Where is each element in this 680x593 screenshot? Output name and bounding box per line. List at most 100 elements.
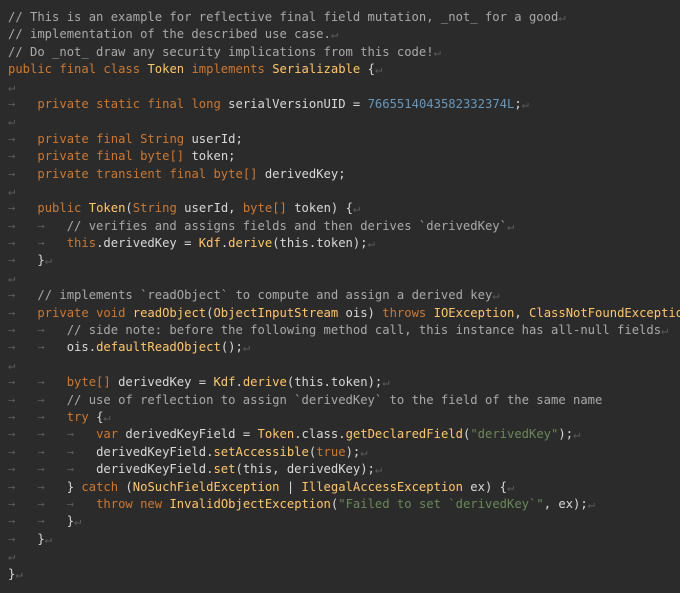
code-line[interactable]: → private final byte[] token;	[8, 148, 680, 165]
code-line[interactable]: // This is an example for reflective fin…	[8, 9, 680, 26]
line-end-marker: ↵	[360, 444, 368, 459]
code-line[interactable]: ↵	[8, 79, 680, 96]
tab-whitespace-marker: → →	[8, 409, 67, 424]
code-comment: // This is an example for reflective fin…	[8, 10, 559, 24]
tab-whitespace-marker: → →	[8, 479, 67, 494]
code-comment: // use of reflection to assign `derivedK…	[66, 392, 603, 407]
code-keyword: long	[191, 96, 229, 111]
code-editor[interactable]: // This is an example for reflective fin…	[0, 0, 680, 593]
line-end-marker: ↵	[367, 236, 375, 251]
code-keyword: private	[37, 131, 97, 146]
code-line[interactable]: }↵	[8, 566, 680, 583]
code-line[interactable]: → → }↵	[8, 513, 680, 530]
code-line[interactable]: → → try {↵	[8, 409, 680, 426]
code-text: }	[37, 531, 45, 546]
code-type: Token	[257, 427, 295, 442]
code-keyword: true	[316, 444, 346, 459]
line-end-marker: ↵	[8, 357, 16, 372]
line-end-marker: ↵	[352, 201, 361, 216]
code-function: getDeclaredField	[345, 427, 463, 442]
code-line[interactable]: → → // side note: before the following m…	[8, 322, 680, 339]
code-keyword: transient	[96, 166, 170, 181]
code-line[interactable]: → → } catch (NoSuchFieldException | Ille…	[8, 479, 680, 496]
code-keyword: byte[]	[66, 375, 119, 390]
line-end-marker: ↵	[558, 10, 566, 24]
code-function: defaultReadObject	[96, 340, 221, 355]
code-keyword: final	[96, 149, 141, 164]
code-line[interactable]: → → → derivedKeyField.set(this, derivedK…	[8, 461, 680, 478]
code-keyword: private	[37, 305, 97, 320]
code-keyword: private	[37, 166, 97, 181]
tab-whitespace-marker: →	[8, 305, 38, 320]
code-text: );	[345, 444, 361, 459]
code-line[interactable]: → private transient final byte[] derived…	[8, 166, 680, 183]
line-end-marker: ↵	[382, 375, 390, 390]
tab-whitespace-marker: → →	[8, 514, 67, 529]
code-type: IOException	[433, 305, 515, 320]
code-line[interactable]: → }↵	[8, 252, 680, 269]
code-text: ,	[514, 305, 530, 320]
code-keyword: byte[]	[140, 149, 192, 164]
code-type: Kdf	[213, 375, 236, 390]
code-text: token;	[191, 149, 236, 164]
code-text: );	[558, 427, 574, 442]
code-string: "Failed to set `derivedKey`"	[338, 496, 544, 511]
code-keyword: throws	[382, 305, 434, 320]
code-line[interactable]: → private static final long serialVersio…	[8, 96, 680, 113]
code-keyword: try	[66, 409, 97, 424]
code-keyword: String	[140, 131, 192, 146]
code-function: readObject	[132, 305, 207, 320]
line-end-marker: ↵	[374, 462, 383, 477]
code-line[interactable]: ↵	[8, 183, 680, 200]
line-end-marker: ↵	[44, 253, 53, 268]
code-line[interactable]: → // implements `readObject` to compute …	[8, 287, 680, 304]
code-text: token) {	[294, 201, 353, 216]
line-end-marker: ↵	[44, 531, 53, 546]
code-line[interactable]: → public Token(String userId, byte[] tok…	[8, 200, 680, 217]
code-keyword: catch	[81, 479, 126, 494]
code-text: derivedKeyField.	[96, 462, 214, 477]
tab-whitespace-marker: → → →	[8, 427, 97, 442]
code-line[interactable]: public final class Token implements Seri…	[8, 61, 680, 78]
code-text: ;	[514, 96, 522, 111]
tab-whitespace-marker: →	[8, 253, 38, 268]
code-line[interactable]: → → → throw new InvalidObjectException("…	[8, 496, 680, 513]
line-end-marker: ↵	[8, 270, 16, 285]
code-text: |	[279, 479, 302, 494]
code-line[interactable]: → private final String userId;	[8, 131, 680, 148]
code-keyword: final	[96, 131, 141, 146]
tab-whitespace-marker: → →	[8, 323, 67, 338]
code-string: "derivedKey"	[470, 427, 559, 442]
code-function: derive	[242, 375, 287, 390]
code-line[interactable]: → → // use of reflection to assign `deri…	[8, 392, 680, 409]
code-line[interactable]: → → → derivedKeyField.setAccessible(true…	[8, 444, 680, 461]
code-line[interactable]: → → byte[] derivedKey = Kdf.derive(this.…	[8, 374, 680, 391]
code-line[interactable]: → → // verifies and assigns fields and t…	[8, 218, 680, 235]
tab-whitespace-marker: →	[8, 531, 38, 546]
code-line[interactable]: → → → var derivedKeyField = Token.class.…	[8, 426, 680, 443]
code-line[interactable]: → → ois.defaultReadObject();↵	[8, 339, 680, 356]
code-line[interactable]: ↵	[8, 270, 680, 287]
code-line[interactable]: // Do _not_ draw any security implicatio…	[8, 44, 680, 61]
code-text: .class.	[294, 427, 346, 442]
code-text: }	[37, 253, 45, 268]
code-keyword: String	[132, 201, 185, 216]
line-end-marker: ↵	[374, 62, 383, 77]
code-text: }	[66, 514, 75, 529]
code-line[interactable]: → }↵	[8, 531, 680, 548]
code-keyword: private	[37, 96, 97, 111]
code-line[interactable]: ↵	[8, 357, 680, 374]
code-line[interactable]: // implementation of the described use c…	[8, 26, 680, 43]
code-line[interactable]: → private void readObject(ObjectInputStr…	[8, 305, 680, 322]
line-end-marker: ↵	[242, 340, 251, 355]
code-line[interactable]: ↵	[8, 548, 680, 565]
code-line[interactable]: ↵	[8, 113, 680, 130]
code-comment: // implements `readObject` to compute an…	[37, 288, 493, 303]
code-text: derivedKeyField =	[125, 427, 258, 442]
tab-whitespace-marker: →	[8, 96, 38, 111]
code-keyword: static	[96, 96, 148, 111]
tab-whitespace-marker: → →	[8, 236, 67, 251]
code-line[interactable]: → → this.derivedKey = Kdf.derive(this.to…	[8, 235, 680, 252]
code-text: userId,	[184, 201, 243, 216]
code-type: Token	[147, 62, 185, 77]
